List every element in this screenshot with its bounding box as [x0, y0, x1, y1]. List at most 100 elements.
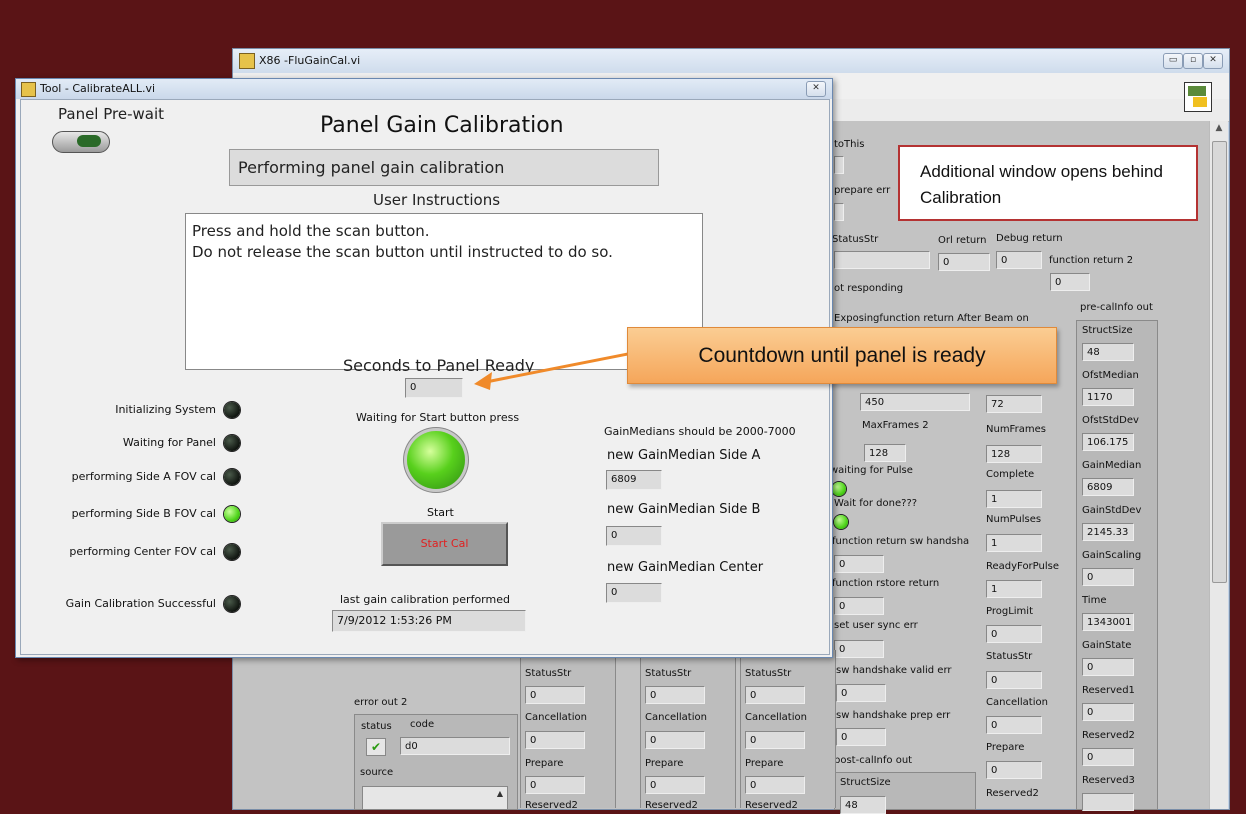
value-450: 450 [860, 393, 970, 411]
error-out-2-label: error out 2 [354, 697, 408, 708]
panel-prewait-toggle[interactable] [52, 131, 110, 153]
instructions-box: Press and hold the scan button. Do not r… [185, 213, 703, 370]
tothis-indicator [834, 156, 844, 174]
function-return-2-value: 0 [1050, 273, 1090, 291]
pre-callinfo-item-label: GainStdDev [1082, 505, 1142, 516]
fn-sw-handshake-value: 0 [834, 555, 884, 573]
set-user-sync-label: set user sync err [834, 620, 918, 631]
status-led [224, 506, 240, 522]
vi-connector-icon[interactable] [1184, 82, 1212, 112]
pre-callinfo-item-label: Reserved1 [1082, 685, 1135, 696]
cluster-prepare_val: 0 [525, 776, 585, 794]
calibrate-window-title: Tool - CalibrateALL.vi [40, 82, 156, 95]
pre-callinfo-item-label: GainScaling [1082, 550, 1142, 561]
status-led [224, 469, 240, 485]
fn-sw-handshake-label: function return sw handsha [832, 536, 970, 547]
center-value: 0 [606, 583, 662, 603]
status-led [224, 402, 240, 418]
cluster-statusstr: StatusStr [745, 668, 792, 679]
close-button[interactable]: ✕ [1203, 53, 1223, 69]
pre-callinfo-item-label: Time [1082, 595, 1107, 606]
status-led-label: Initializing System [115, 403, 216, 416]
maxframes2-label: MaxFrames 2 [862, 420, 929, 431]
source-field[interactable]: ▲ [362, 786, 508, 810]
numframes-value: 128 [986, 445, 1042, 463]
value-72: 72 [986, 395, 1042, 413]
cluster-status_val: 0 [525, 686, 585, 704]
proglimit-label: ProgLimit [986, 606, 1034, 617]
callout-countdown: Countdown until panel is ready [627, 327, 1057, 384]
sw-valid-err-label: sw handshake valid err [836, 665, 952, 676]
fn-rstore-label: function rstore return [832, 578, 940, 589]
arrow-icon [474, 350, 639, 390]
reserved2-label: Reserved2 [986, 788, 1039, 799]
status-checkbox[interactable]: ✔ [366, 738, 386, 756]
instructions-line2: Do not release the scan button until ins… [192, 243, 613, 261]
start-label: Start [427, 506, 454, 519]
pre-callinfo-item-label: GainState [1082, 640, 1132, 651]
cluster-reserved: Reserved2 [745, 800, 798, 811]
back-window-titlebar[interactable]: X86 -FluGainCal.vi ▭ ▫ ✕ [233, 49, 1229, 73]
status-text-field: Performing panel gain calibration [229, 149, 659, 186]
prepare-err-label: prepare err [834, 185, 891, 196]
pre-callinfo-item-value: 48 [1082, 343, 1134, 361]
cluster-status_val: 0 [645, 686, 705, 704]
vi-icon [21, 82, 36, 97]
cluster-prepare: Prepare [645, 758, 684, 769]
side-b-label: new GainMedian Side B [607, 502, 761, 517]
cluster-cancellation: Cancellation [525, 712, 587, 723]
pre-callinfo-title: pre-calInfo out [1080, 302, 1153, 313]
start-led [407, 431, 465, 489]
close-button[interactable]: ✕ [806, 81, 826, 97]
exposing-label: Exposingfunction return After Beam on [834, 313, 1029, 324]
back-window-title: X86 -FluGainCal.vi [259, 54, 361, 67]
sw-prep-err-value: 0 [836, 728, 886, 746]
status-led [224, 435, 240, 451]
cluster-prepare_val: 0 [645, 776, 705, 794]
prepare-label: Prepare [986, 742, 1025, 753]
scrollbar-thumb[interactable] [1212, 141, 1227, 583]
orl-return-label: Orl return [938, 235, 987, 246]
pre-callinfo-item-value: 0 [1082, 568, 1134, 586]
post-structsize-label: StructSize [840, 777, 891, 788]
pre-callinfo-item-value: 6809 [1082, 478, 1134, 496]
status-led [224, 544, 240, 560]
callout-additional-text: Additional window opens behind Calibrati… [920, 162, 1163, 207]
pre-callinfo-item-label: OfstStdDev [1082, 415, 1139, 426]
status-led-label: performing Side B FOV cal [71, 507, 216, 520]
prepare-value: 0 [986, 761, 1042, 779]
page-title: Panel Gain Calibration [320, 113, 564, 138]
complete-value: 1 [986, 490, 1042, 508]
start-cal-label: Start Cal [420, 537, 469, 550]
pre-callinfo-item-label: GainMedian [1082, 460, 1142, 471]
instructions-label: User Instructions [373, 191, 501, 209]
source-label: source [360, 767, 394, 778]
cluster-cancel_val: 0 [525, 731, 585, 749]
start-cal-button[interactable]: Start Cal [381, 522, 508, 566]
function-return-2-label: function return 2 [1049, 255, 1134, 266]
calibrate-titlebar[interactable]: Tool - CalibrateALL.vi ✕ [16, 79, 832, 99]
side-a-label: new GainMedian Side A [607, 448, 761, 463]
callout-additional-window: Additional window opens behind Calibrati… [898, 145, 1198, 221]
orl-return-value: 0 [938, 253, 990, 271]
cluster-prepare: Prepare [525, 758, 564, 769]
vertical-scrollbar[interactable]: ▲ [1209, 121, 1228, 809]
debug-return-label: Debug return [996, 233, 1063, 244]
cluster-statusstr: StatusStr [525, 668, 572, 679]
cluster-prepare: Prepare [745, 758, 784, 769]
pre-callinfo-item-value [1082, 793, 1134, 811]
cluster-cancel_val: 0 [645, 731, 705, 749]
wait-done-led [834, 515, 848, 529]
scroll-up-icon[interactable]: ▲ [497, 789, 503, 798]
pre-callinfo-item-label: StructSize [1082, 325, 1133, 336]
vi-icon [239, 53, 255, 69]
seconds-label: Seconds to Panel Ready [343, 356, 535, 375]
minimize-button[interactable]: ▭ [1163, 53, 1183, 69]
cluster-cancellation: Cancellation [645, 712, 707, 723]
maximize-button[interactable]: ▫ [1183, 53, 1203, 69]
pre-callinfo-item-value: 0 [1082, 703, 1134, 721]
pre-callinfo-item-value: 0 [1082, 748, 1134, 766]
pre-callinfo-item-label: Reserved2 [1082, 730, 1135, 741]
last-gain-value: 7/9/2012 1:53:26 PM [332, 610, 526, 632]
panel-prewait-label: Panel Pre-wait [58, 105, 165, 123]
